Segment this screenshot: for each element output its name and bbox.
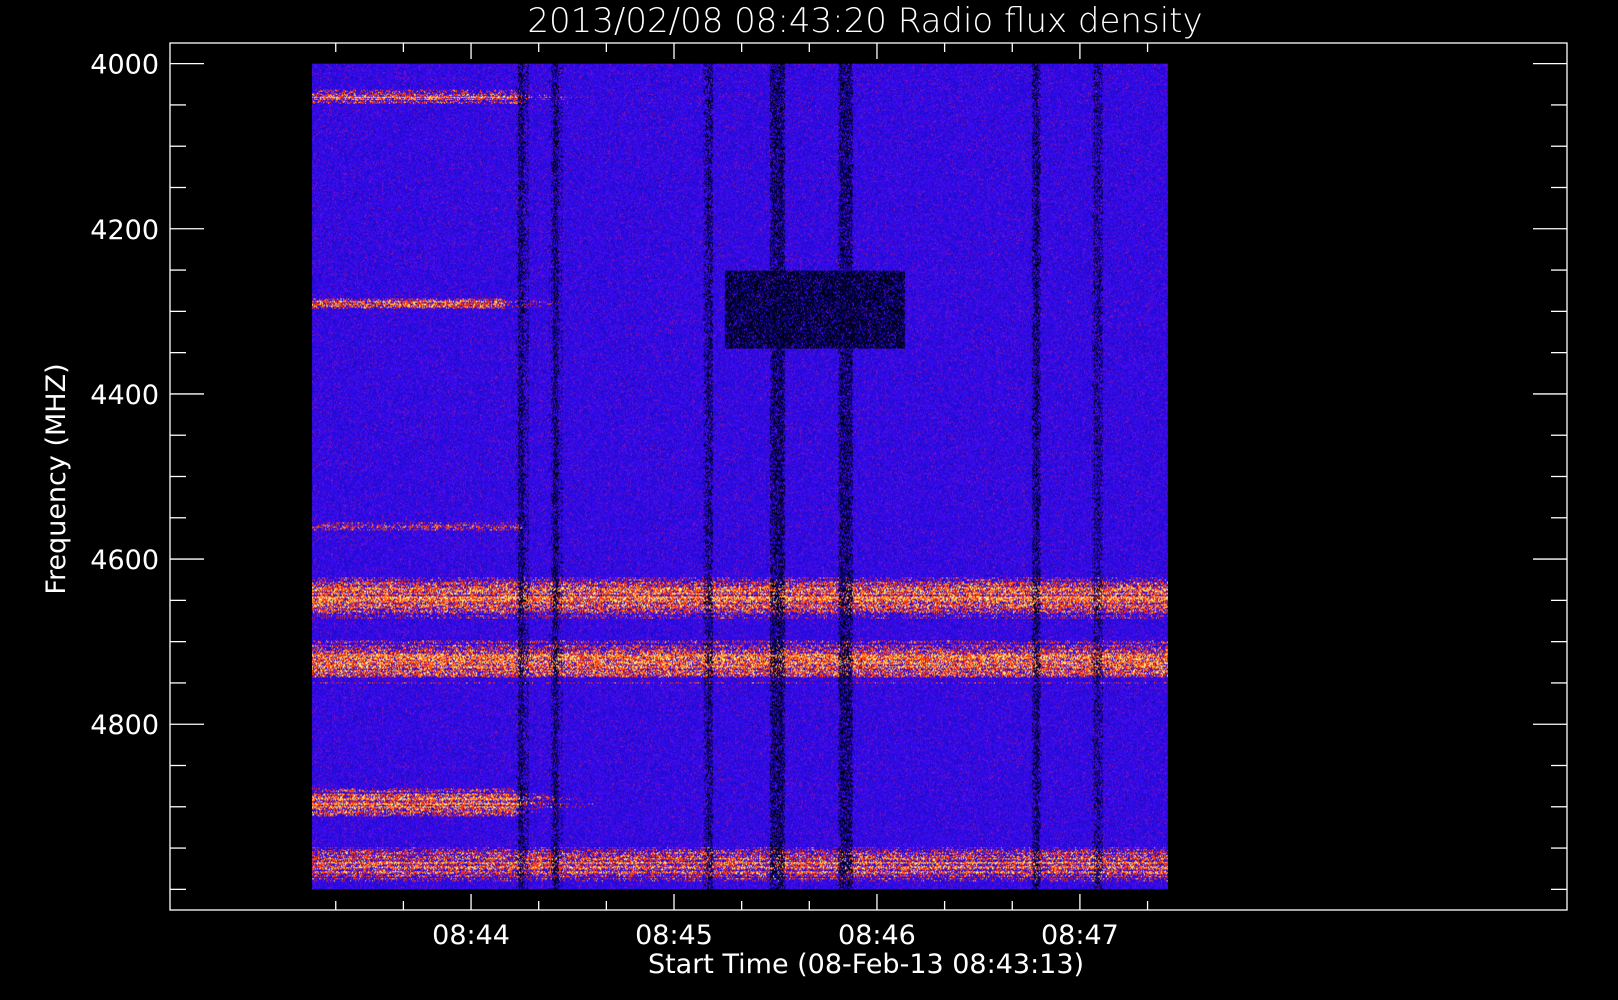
y-tick-label: 4400 [90,380,159,411]
y-tick-label: 4800 [90,710,159,741]
x-tick-label: 08:47 [1041,920,1119,951]
x-tick-label: 08:46 [838,920,916,951]
x-tick-label: 08:44 [432,920,510,951]
spectrogram-heatmap [312,63,1168,890]
x-axis-label: Start Time (08-Feb-13 08:43:13) [648,949,1084,980]
x-tick-label: 08:45 [635,920,713,951]
spectrogram-chart: 2013/02/08 08:43:20 Radio flux density 0… [0,0,1618,1000]
y-tick-label: 4200 [90,215,159,246]
y-axis-label: Frequency (MHZ) [41,363,72,594]
y-tick-label: 4600 [90,545,159,576]
chart-title: 2013/02/08 08:43:20 Radio flux density [527,1,1202,41]
y-tick-label: 4000 [90,50,159,81]
